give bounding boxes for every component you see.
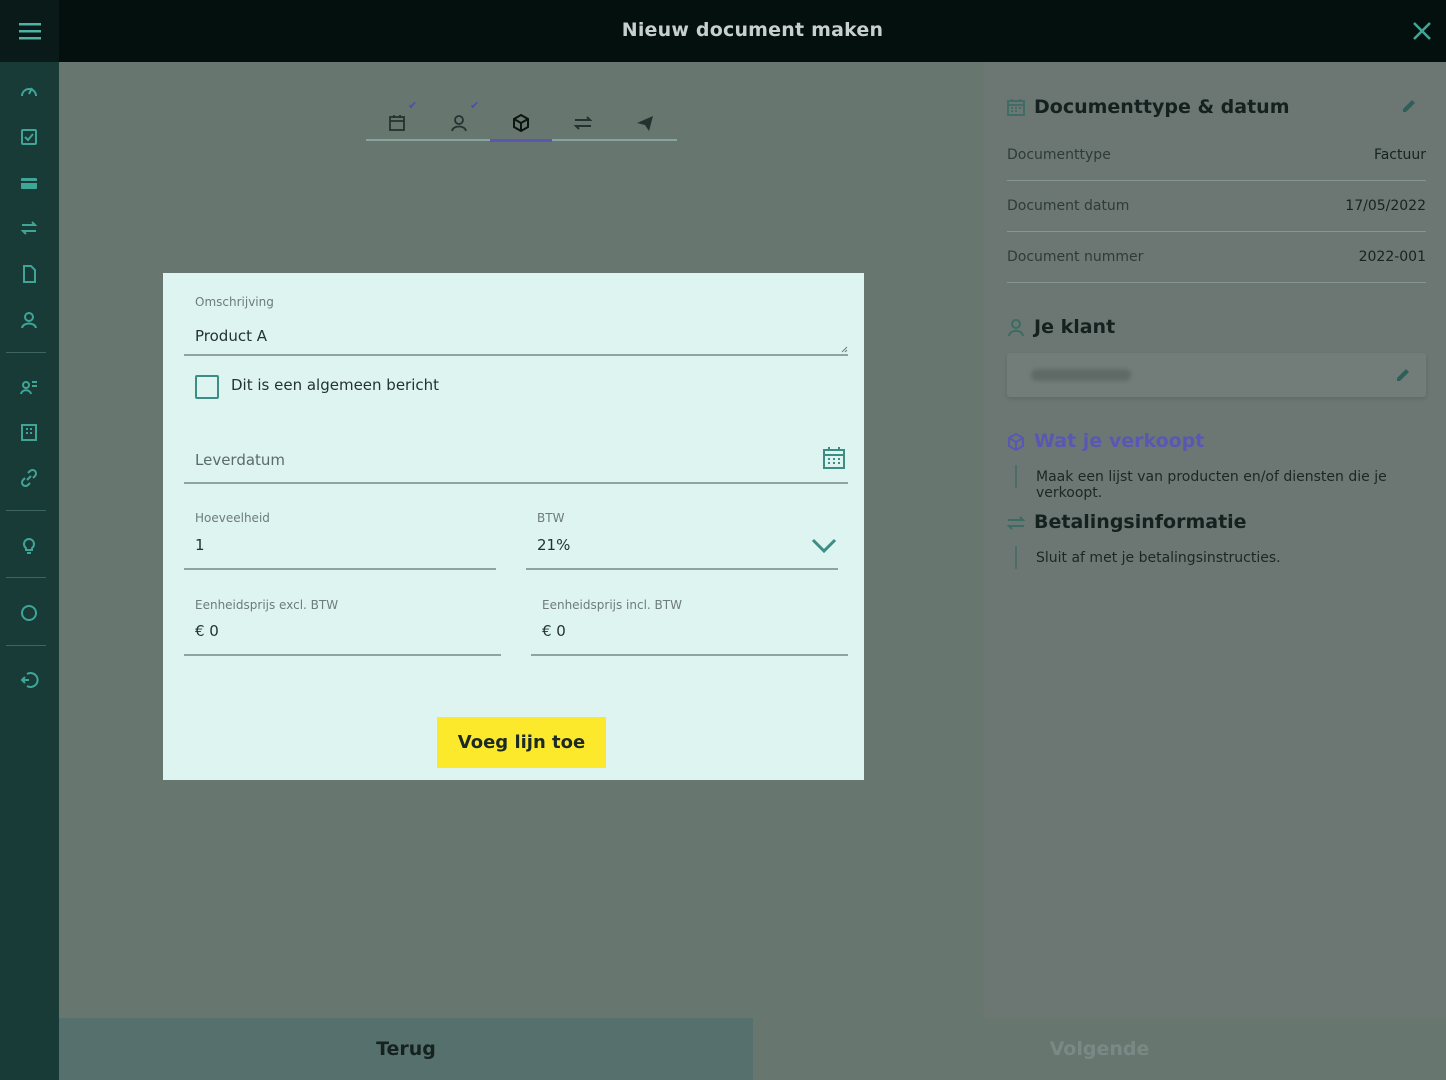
vat-label: BTW	[537, 511, 565, 525]
description-label: Omschrijving	[195, 295, 274, 309]
card-icon[interactable]	[15, 169, 43, 197]
summary-panel: Documenttype & datum Documenttype Factuu…	[984, 62, 1446, 1018]
unit-price-excl-label: Eenheidsprijs excl. BTW	[195, 598, 339, 612]
transfer-icon[interactable]	[15, 214, 43, 242]
row-divider	[1007, 282, 1426, 283]
calendar-icon	[823, 447, 845, 469]
client-section-title: Je klant	[1034, 316, 1116, 338]
sidebar-divider	[6, 510, 46, 511]
menu-button[interactable]	[0, 0, 59, 62]
chevron-down-icon	[811, 538, 837, 554]
doc-type-label: Documenttype	[1007, 147, 1111, 163]
circle-icon[interactable]	[15, 599, 43, 627]
sell-section-title: Wat je verkoopt	[1034, 430, 1205, 452]
page-title: Nieuw document maken	[621, 19, 884, 41]
step-payment[interactable]	[552, 105, 614, 141]
step-send[interactable]	[614, 105, 676, 141]
contact-list-icon[interactable]	[15, 373, 43, 401]
unit-price-incl-label: Eenheidsprijs incl. BTW	[542, 598, 682, 612]
check-icon: ✔	[470, 99, 480, 112]
description-input[interactable]: Product A	[195, 327, 267, 345]
payment-section-title: Betalingsinformatie	[1034, 511, 1247, 533]
doc-number-label: Document nummer	[1007, 249, 1144, 265]
box-icon	[1008, 432, 1024, 452]
doc-section-title: Documenttype & datum	[1034, 96, 1290, 118]
general-message-label: Dit is een algemeen bericht	[231, 376, 440, 394]
link-icon[interactable]	[15, 464, 43, 492]
quantity-input[interactable]: 1	[195, 536, 205, 554]
calendar-icon	[389, 115, 405, 131]
delivery-date-underline	[184, 482, 848, 484]
calendar-icon	[1007, 99, 1025, 116]
vat-select[interactable]: 21%	[537, 536, 570, 554]
sidebar	[0, 0, 59, 1080]
client-card[interactable]	[1007, 353, 1426, 397]
unit-price-excl-underline	[184, 654, 501, 656]
building-icon[interactable]	[15, 418, 43, 446]
step-client[interactable]: ✔	[428, 99, 490, 141]
transfer-icon	[573, 116, 593, 130]
sell-section-text: Maak een lijst van producten en/of diens…	[1036, 469, 1387, 501]
description-underline	[184, 354, 848, 356]
vat-underline	[526, 568, 838, 570]
doc-date-value: 17/05/2022	[1345, 198, 1426, 214]
stepper: ✔ ✔	[366, 95, 677, 143]
vat-dropdown-button[interactable]	[811, 537, 837, 559]
check-icon: ✔	[408, 99, 418, 112]
quantity-underline	[184, 568, 496, 570]
step-products[interactable]	[490, 105, 552, 142]
close-button[interactable]	[1410, 19, 1434, 43]
section-indicator	[1015, 546, 1017, 569]
next-button[interactable]: Volgende	[753, 1018, 1446, 1080]
quantity-label: Hoeveelheid	[195, 511, 270, 525]
step-document-type[interactable]: ✔	[366, 99, 428, 141]
person-icon	[1008, 319, 1024, 337]
edit-document-button[interactable]	[1400, 97, 1418, 115]
section-indicator	[1015, 465, 1017, 488]
send-icon	[637, 116, 653, 131]
sidebar-divider	[6, 645, 46, 646]
doc-type-value: Factuur	[1373, 147, 1426, 163]
back-button[interactable]: Terug	[59, 1018, 753, 1080]
speedometer-icon[interactable]	[15, 77, 43, 105]
unit-price-excl-input[interactable]: € 0	[195, 622, 219, 640]
close-icon	[1413, 22, 1431, 40]
client-name-redacted	[1031, 369, 1131, 381]
person-icon	[451, 115, 467, 132]
contacts-icon[interactable]	[15, 306, 43, 334]
payment-section-text: Sluit af met je betalingsinstructies.	[1036, 550, 1281, 566]
general-message-checkbox[interactable]	[195, 375, 219, 399]
delivery-date-input[interactable]: Leverdatum	[195, 451, 285, 469]
transfer-icon	[1006, 516, 1026, 530]
lightbulb-icon[interactable]	[15, 531, 43, 559]
sidebar-divider	[6, 352, 46, 353]
document-icon[interactable]	[15, 260, 43, 288]
logout-icon[interactable]	[15, 666, 43, 694]
add-line-dialog: Omschrijving Product A Dit is een algeme…	[163, 273, 864, 780]
box-icon	[513, 113, 529, 133]
edit-client-button[interactable]	[1394, 366, 1412, 384]
doc-date-label: Document datum	[1007, 198, 1130, 214]
date-picker-button[interactable]	[822, 446, 846, 474]
unit-price-incl-input[interactable]: € 0	[542, 622, 566, 640]
checkbox-icon[interactable]	[15, 123, 43, 151]
doc-number-value: 2022-001	[1358, 249, 1426, 265]
unit-price-incl-underline	[531, 654, 848, 656]
header: Nieuw document maken	[59, 0, 1446, 62]
sidebar-divider	[6, 577, 46, 578]
row-divider	[1007, 231, 1426, 232]
add-line-button[interactable]: Voeg lijn toe	[437, 717, 606, 768]
row-divider	[1007, 180, 1426, 181]
hamburger-menu-icon	[18, 23, 41, 40]
resize-handle-icon[interactable]	[841, 346, 848, 353]
